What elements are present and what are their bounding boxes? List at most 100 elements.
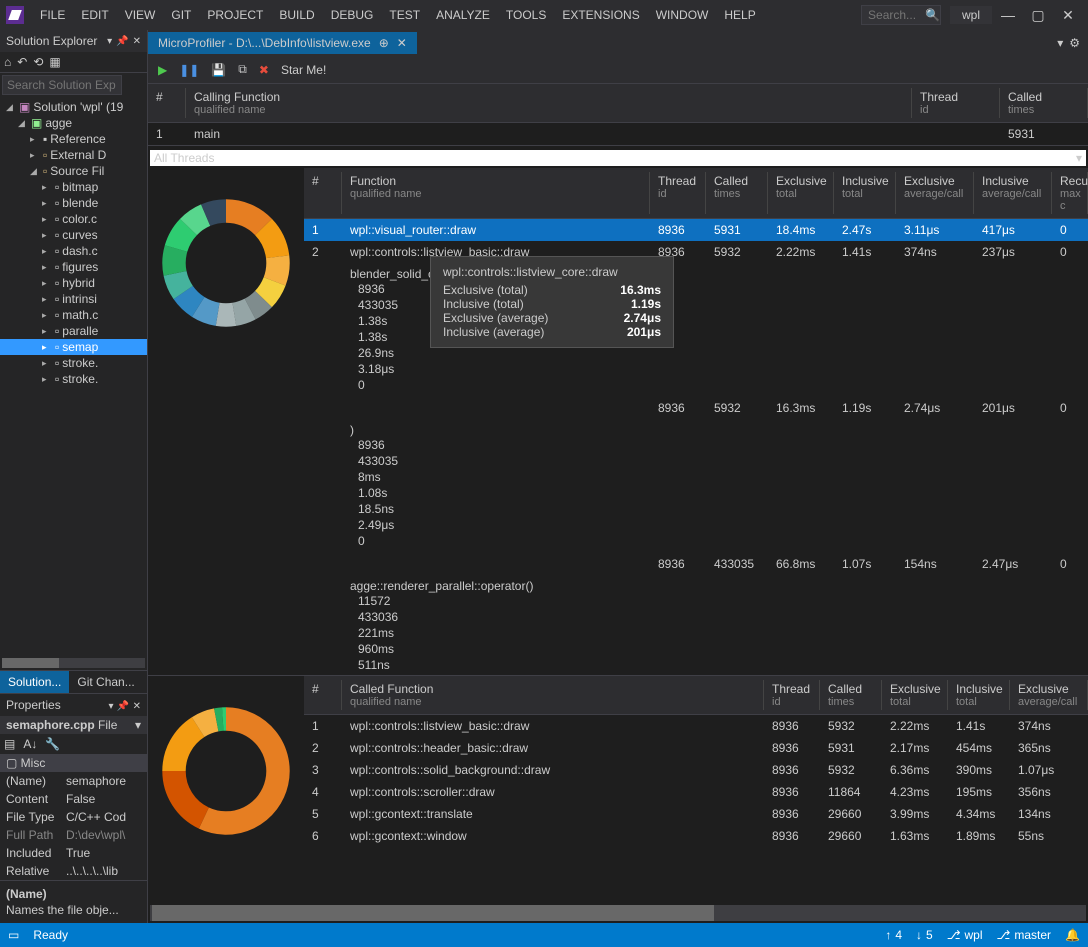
property-row[interactable]: Relative..\..\..\..\lib: [0, 862, 147, 880]
tree-file[interactable]: ▸▫stroke.: [0, 355, 147, 371]
props-close-icon[interactable]: ✕: [133, 701, 141, 712]
menu-tools[interactable]: TOOLS: [498, 4, 554, 26]
tree-file[interactable]: ▸▫color.c: [0, 211, 147, 227]
table-row[interactable]: blender_solid_color89364330351.38s1.38s2…: [304, 263, 1088, 397]
dropdown-icon[interactable]: ▾: [107, 36, 112, 47]
menu-file[interactable]: FILE: [32, 4, 73, 26]
tree-file[interactable]: ▸▫bitmap: [0, 179, 147, 195]
tab-pin-icon[interactable]: ⊕: [379, 36, 389, 50]
notifications-icon[interactable]: 🔔: [1065, 928, 1080, 942]
menu-edit[interactable]: EDIT: [73, 4, 116, 26]
menu-build[interactable]: BUILD: [271, 4, 322, 26]
star-link[interactable]: Star Me!: [281, 63, 326, 77]
props-dropdown-icon[interactable]: ▾: [108, 701, 113, 712]
panel-close-icon[interactable]: ✕: [133, 36, 141, 47]
table-row[interactable]: 8936593216.3ms1.19s2.74μs201μs0: [304, 397, 1088, 419]
document-tab[interactable]: MicroProfiler - D:\...\DebInfo\listview.…: [148, 32, 417, 54]
categorize-icon[interactable]: ▤: [4, 737, 15, 751]
tree-file[interactable]: ▸▫curves: [0, 227, 147, 243]
tree-file[interactable]: ▸▫figures: [0, 259, 147, 275]
column-header[interactable]: #: [304, 172, 342, 214]
show-all-icon[interactable]: ▦: [49, 55, 60, 69]
tree-file[interactable]: ▸▫paralle: [0, 323, 147, 339]
tree-hscroll[interactable]: [2, 658, 145, 668]
tree-file[interactable]: ▸▫math.c: [0, 307, 147, 323]
table-row[interactable]: agge::renderer_parallel::operator()11572…: [304, 575, 1088, 675]
table-row[interactable]: 893643303566.8ms1.07s154ns2.47μs0: [304, 553, 1088, 575]
git-branch[interactable]: ⎇ master: [997, 928, 1052, 942]
tabs-dropdown-icon[interactable]: ▾: [1057, 36, 1063, 50]
column-header[interactable]: Recumax c: [1052, 172, 1088, 214]
git-incoming[interactable]: ↓ 5: [916, 928, 933, 942]
tree-file[interactable]: ▸▫semap: [0, 339, 147, 355]
column-header[interactable]: Exclusiveaverage/call: [896, 172, 974, 214]
solution-tree[interactable]: ◢▣Solution 'wpl' (19 ◢▣agge ▸▪Reference …: [0, 97, 147, 656]
table-row[interactable]: 1 main 5931: [148, 123, 1088, 145]
solution-search-input[interactable]: [2, 75, 122, 95]
column-header[interactable]: Exclusivetotal: [882, 680, 948, 710]
pin-icon[interactable]: 📌: [116, 36, 128, 47]
tree-file[interactable]: ▸▫hybrid: [0, 275, 147, 291]
property-row[interactable]: (Name)semaphore: [0, 772, 147, 790]
table-row[interactable]: 2wpl::controls::header_basic::draw893659…: [304, 737, 1088, 759]
menu-debug[interactable]: DEBUG: [323, 4, 382, 26]
column-header[interactable]: Exclusiveaverage/call: [1010, 680, 1088, 710]
main-hscroll[interactable]: [150, 905, 1086, 921]
table-row[interactable]: 3wpl::controls::solid_background::draw89…: [304, 759, 1088, 781]
props-pin-icon[interactable]: 📌: [117, 701, 129, 712]
column-header[interactable]: Functionqualified name: [342, 172, 650, 214]
copy-icon[interactable]: ⧉: [238, 62, 247, 77]
thread-filter-dropdown[interactable]: All Threads▾: [150, 150, 1086, 166]
column-header[interactable]: #: [304, 680, 342, 710]
column-header[interactable]: Calledtimes: [706, 172, 768, 214]
tab-git-changes[interactable]: Git Chan...: [69, 671, 142, 693]
table-row[interactable]: 2wpl::controls::listview_basic::draw8936…: [304, 241, 1088, 263]
wrench-icon[interactable]: 🔧: [45, 737, 60, 751]
git-outgoing[interactable]: ↑ 4: [885, 928, 902, 942]
menu-project[interactable]: PROJECT: [199, 4, 271, 26]
tab-solution-explorer[interactable]: Solution...: [0, 671, 69, 693]
column-header[interactable]: Calledtimes: [820, 680, 882, 710]
property-row[interactable]: Full PathD:\dev\wpl\: [0, 826, 147, 844]
menu-window[interactable]: WINDOW: [648, 4, 717, 26]
menu-extensions[interactable]: EXTENSIONS: [554, 4, 647, 26]
column-header[interactable]: Exclusivetotal: [768, 172, 834, 214]
gear-icon[interactable]: ⚙: [1069, 36, 1080, 50]
pause-icon[interactable]: ❚❚: [179, 63, 199, 77]
column-header[interactable]: Called Functionqualified name: [342, 680, 764, 710]
close-button[interactable]: ✕: [1054, 3, 1082, 28]
git-repo[interactable]: ⎇ wpl: [947, 928, 983, 942]
sync-icon[interactable]: ⟲: [33, 55, 43, 69]
property-row[interactable]: ContentFalse: [0, 790, 147, 808]
property-row[interactable]: File TypeC/C++ Cod: [0, 808, 147, 826]
table-row[interactable]: 6wpl::gcontext::window8936296601.63ms1.8…: [304, 825, 1088, 847]
tree-file[interactable]: ▸▫blende: [0, 195, 147, 211]
column-header[interactable]: Threadid: [650, 172, 706, 214]
stop-icon[interactable]: ✖: [259, 63, 269, 77]
menu-view[interactable]: VIEW: [117, 4, 164, 26]
tree-file[interactable]: ▸▫dash.c: [0, 243, 147, 259]
properties-category[interactable]: ▢ Misc: [0, 754, 147, 772]
minimize-button[interactable]: —: [994, 3, 1022, 27]
column-header[interactable]: Inclusiveaverage/call: [974, 172, 1052, 214]
table-row[interactable]: 4wpl::controls::scroller::draw8936118644…: [304, 781, 1088, 803]
alpha-sort-icon[interactable]: A↓: [23, 737, 37, 751]
menu-help[interactable]: HELP: [716, 4, 763, 26]
search-icon[interactable]: 🔍: [925, 8, 940, 22]
tree-file[interactable]: ▸▫intrinsi: [0, 291, 147, 307]
table-row[interactable]: 1wpl::controls::listview_basic::draw8936…: [304, 715, 1088, 737]
column-header[interactable]: Threadid: [764, 680, 820, 710]
property-row[interactable]: IncludedTrue: [0, 844, 147, 862]
home-icon[interactable]: ⌂: [4, 55, 11, 69]
tree-file[interactable]: ▸▫stroke.: [0, 371, 147, 387]
menu-git[interactable]: GIT: [163, 4, 199, 26]
maximize-button[interactable]: ▢: [1024, 3, 1052, 28]
configuration-selector[interactable]: wpl: [950, 6, 992, 24]
menu-test[interactable]: TEST: [381, 4, 428, 26]
table-row[interactable]: )89364330358ms1.08s18.5ns2.49μs0: [304, 419, 1088, 553]
column-header[interactable]: Inclusivetotal: [834, 172, 896, 214]
table-row[interactable]: 5wpl::gcontext::translate8936296603.99ms…: [304, 803, 1088, 825]
properties-subject[interactable]: semaphore.cpp File▾: [0, 716, 147, 734]
play-icon[interactable]: ▶: [158, 63, 167, 77]
table-row[interactable]: 1wpl::visual_router::draw8936593118.4ms2…: [304, 219, 1088, 241]
